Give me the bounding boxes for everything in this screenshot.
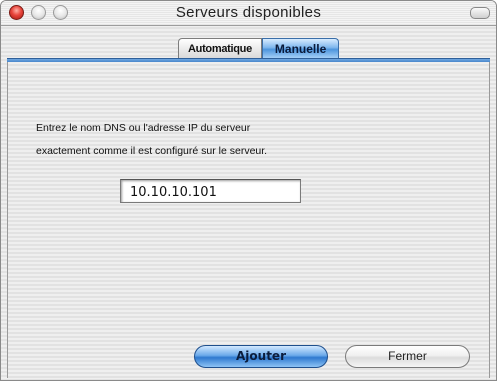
tab-manuelle[interactable]: Manuelle bbox=[261, 38, 340, 58]
close-button[interactable]: Fermer bbox=[345, 345, 470, 368]
add-button[interactable]: Ajouter bbox=[194, 345, 328, 368]
tab-panel: Entrez le nom DNS ou l'adresse IP du ser… bbox=[7, 62, 490, 378]
instruction-line-1: Entrez le nom DNS ou l'adresse IP du ser… bbox=[36, 122, 251, 134]
toolbar-toggle-button[interactable] bbox=[470, 7, 490, 19]
tab-automatique[interactable]: Automatique bbox=[178, 38, 262, 58]
server-address-input[interactable] bbox=[120, 179, 301, 203]
instruction-line-2: exactement comme il est configuré sur le… bbox=[36, 145, 268, 157]
tab-bar: Automatique Manuelle bbox=[178, 38, 340, 58]
titlebar[interactable]: Serveurs disponibles bbox=[1, 1, 496, 26]
window-title: Serveurs disponibles bbox=[175, 4, 322, 21]
window: Serveurs disponibles Automatique Manuell… bbox=[0, 0, 497, 381]
